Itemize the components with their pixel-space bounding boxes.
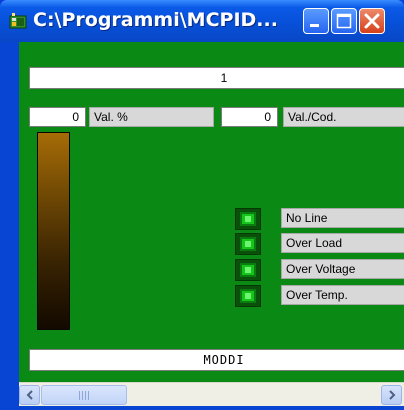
maximize-button[interactable] (331, 8, 357, 34)
close-icon (364, 13, 380, 29)
val-code-label: Val./Cod. (283, 107, 404, 127)
led-no-line (235, 208, 261, 230)
scroll-left-button[interactable] (19, 385, 40, 405)
status-over-temp: Over Temp. (281, 285, 404, 305)
horizontal-scrollbar[interactable] (19, 382, 404, 406)
led-over-temp (235, 285, 261, 307)
status-over-load: Over Load (281, 233, 404, 253)
scroll-right-button[interactable] (381, 385, 402, 405)
close-button[interactable] (359, 8, 385, 34)
title-bar[interactable]: C:\Programmi\MCPID... (0, 0, 404, 42)
footer-field[interactable]: MODDI (29, 349, 404, 371)
level-bar-fill (38, 133, 69, 329)
val-code-field[interactable]: 0 (221, 107, 278, 127)
app-icon[interactable] (9, 12, 27, 30)
val-percent-field[interactable]: 0 (29, 107, 86, 127)
status-over-voltage: Over Voltage (281, 259, 404, 279)
client-area: 1 0 Val. % 0 Val./Cod. No Line Over Load… (19, 42, 404, 382)
scroll-thumb[interactable] (41, 385, 127, 405)
arrow-left-icon (26, 390, 33, 400)
minimize-button[interactable] (303, 8, 329, 34)
status-no-line: No Line (281, 208, 404, 228)
channel-field[interactable]: 1 (29, 67, 404, 89)
window-title: C:\Programmi\MCPID... (33, 9, 278, 31)
level-bar (37, 132, 70, 330)
app-window: C:\Programmi\MCPID... 1 0 Val. % 0 Val./… (0, 0, 404, 410)
maximize-icon (336, 13, 352, 29)
window-frame-bottom (0, 406, 404, 410)
led-over-load (235, 233, 261, 255)
led-over-voltage (235, 259, 261, 281)
arrow-right-icon (389, 390, 396, 400)
window-frame-left (0, 42, 19, 410)
grip-icon (79, 391, 91, 400)
minimize-icon (310, 24, 319, 27)
val-percent-label: Val. % (89, 107, 214, 127)
